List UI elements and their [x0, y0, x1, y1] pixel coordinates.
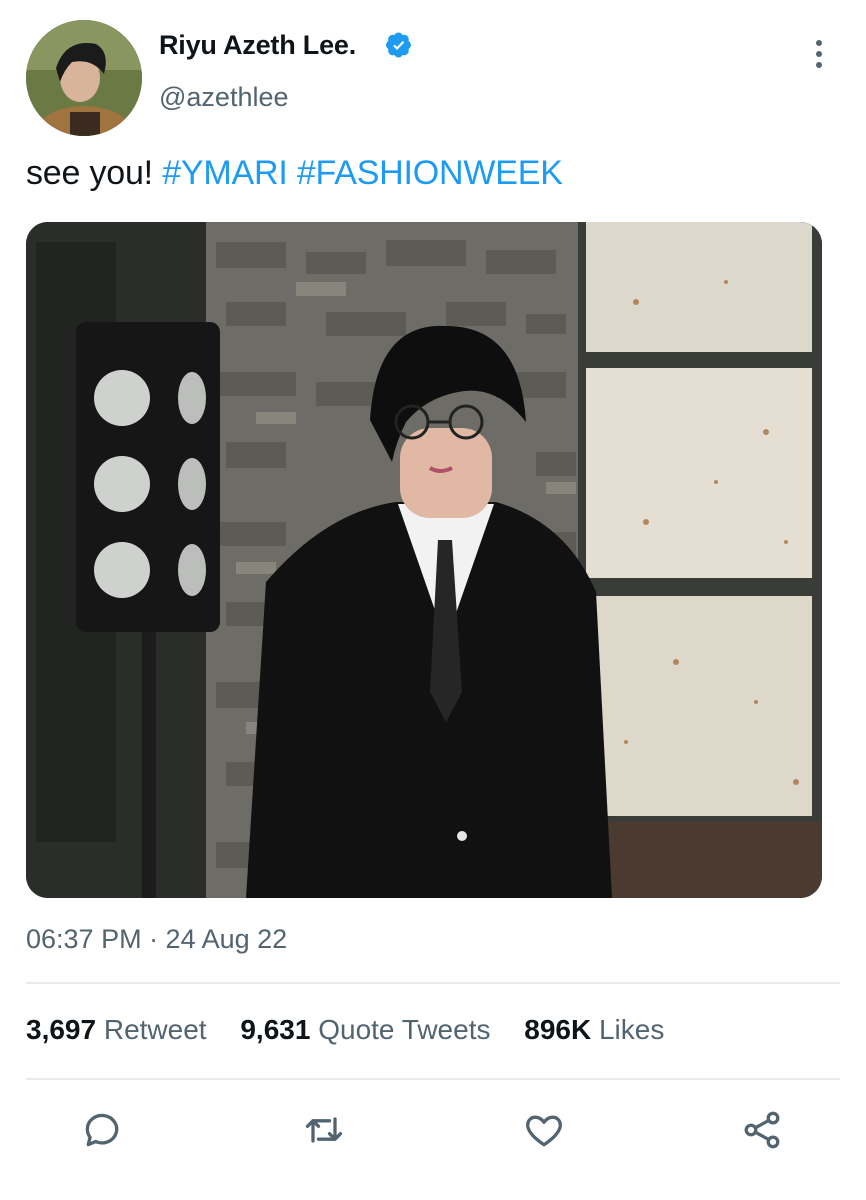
quotes-stat[interactable]: 9,631 Quote Tweets [240, 1014, 524, 1045]
retweets-count: 3,697 [26, 1014, 97, 1045]
divider [26, 982, 840, 984]
verified-badge-icon [386, 32, 412, 58]
reply-icon[interactable] [80, 1108, 124, 1152]
likes-label: Likes [598, 1014, 665, 1045]
share-icon[interactable] [740, 1108, 784, 1152]
quotes-label: Quote Tweets [318, 1014, 491, 1045]
divider [26, 1078, 840, 1080]
retweets-stat[interactable]: 3,697 Retweet [26, 1014, 240, 1045]
tweet-stats: 3,697 Retweet 9,631 Quote Tweets 896K Li… [26, 1014, 690, 1046]
tweet-text-plain: see you! [26, 154, 163, 192]
more-vertical-icon[interactable] [806, 40, 832, 74]
handle[interactable]: @azethlee [159, 82, 289, 113]
tweet-photo[interactable] [26, 222, 822, 898]
heart-icon[interactable] [522, 1108, 566, 1152]
quotes-count: 9,631 [240, 1014, 311, 1045]
hashtag-fashionweek[interactable]: #FASHIONWEEK [297, 154, 563, 192]
tweet-actions [0, 1108, 866, 1158]
display-name[interactable]: Riyu Azeth Lee. [159, 30, 356, 61]
retweets-label: Retweet [103, 1014, 207, 1045]
retweet-icon[interactable] [302, 1108, 346, 1152]
avatar[interactable] [26, 20, 142, 136]
likes-stat[interactable]: 896K Likes [524, 1014, 690, 1045]
tweet-header: Riyu Azeth Lee. @azethlee [0, 0, 866, 140]
tweet-timestamp[interactable]: 06:37 PM · 24 Aug 22 [26, 924, 287, 955]
tweet-text: see you! #YMARI #FASHIONWEEK [26, 154, 563, 193]
likes-count: 896K [524, 1014, 592, 1045]
hashtag-ymari[interactable]: #YMARI [162, 154, 288, 192]
